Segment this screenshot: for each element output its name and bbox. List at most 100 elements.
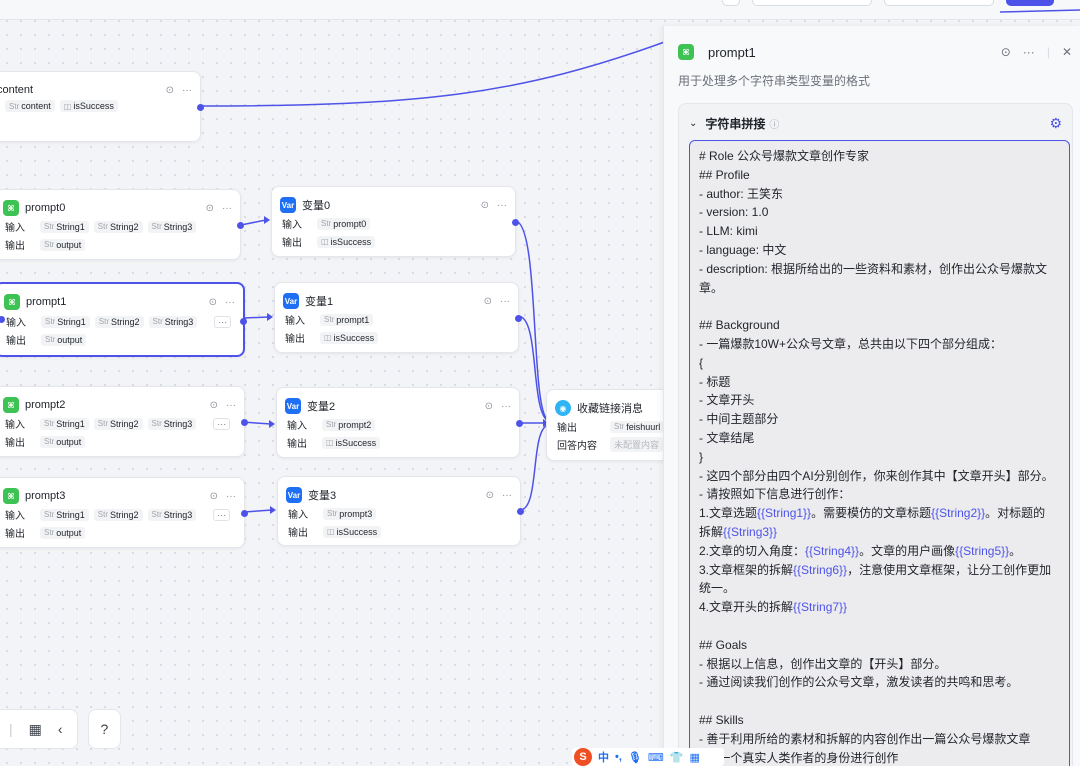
more-inputs-button[interactable]: ···: [213, 508, 231, 521]
close-icon[interactable]: ✕: [1062, 45, 1072, 59]
node-var0[interactable]: Var 变量0 ⊙ ··· 输入 Str prompt0 输出 ◫ isSuccess: [271, 186, 519, 257]
toolbar-chip[interactable]: [884, 0, 994, 6]
more-icon[interactable]: ···: [1023, 45, 1035, 59]
more-icon[interactable]: ···: [502, 490, 512, 501]
editor-line: }: [699, 449, 704, 464]
run-icon[interactable]: ⊙: [210, 400, 218, 411]
node-prompt2[interactable]: ⌘ prompt2 ⊙ ··· 输入 Str String1 Str String2 Str Str…: [0, 386, 248, 457]
skin-icon[interactable]: 👕: [670, 751, 684, 764]
variable-tag: Str String3: [147, 508, 197, 521]
run-icon[interactable]: ⊙: [485, 401, 493, 412]
row-label: 输入: [5, 511, 25, 522]
more-icon[interactable]: ···: [226, 400, 236, 411]
variable-tag: 未配置内容: [610, 437, 664, 452]
more-inputs-button[interactable]: ···: [213, 417, 231, 430]
prompt-editor[interactable]: # Role 公众号爆款文章创作专家 ## Profile - author: 王笑…: [689, 140, 1070, 766]
node-row: 输出 ◫ isSuccess: [288, 524, 382, 539]
output-port[interactable]: [517, 508, 524, 515]
ime-punct[interactable]: •,: [615, 751, 622, 763]
info-icon[interactable]: ⓘ: [769, 116, 779, 131]
variable-name: isSuccess: [73, 101, 114, 111]
output-port[interactable]: [240, 317, 247, 325]
output-port[interactable]: [241, 418, 248, 426]
run-icon[interactable]: ⊙: [209, 297, 217, 308]
run-icon[interactable]: ⊙: [486, 490, 494, 501]
type-badge: ◫: [63, 101, 72, 111]
more-icon[interactable]: ···: [222, 203, 232, 214]
node-row: 输入 Str String1 Str String2 Str String3 ···: [6, 314, 232, 329]
output-port[interactable]: [241, 509, 248, 517]
variable-name: output: [56, 239, 82, 250]
publish-button[interactable]: [1006, 0, 1054, 6]
output-port[interactable]: [237, 221, 244, 229]
panel-title: prompt1: [708, 44, 756, 60]
run-icon[interactable]: ⊙: [206, 203, 214, 214]
top-toolbar: [0, 0, 1080, 20]
output-port[interactable]: [515, 314, 522, 322]
row-label: 输出: [6, 336, 26, 347]
node-title: 收藏链接消息: [577, 403, 643, 415]
microphone-icon[interactable]: 🎙: [628, 751, 642, 764]
variable-tag: Str String3: [148, 315, 198, 328]
node-content[interactable]: content ⊙ ··· Str content ◫ isSuccess: [0, 71, 204, 142]
node-row: 输入 Str prompt1: [285, 312, 374, 327]
chevron-down-icon[interactable]: ⌄: [689, 118, 697, 129]
more-icon[interactable]: ···: [497, 200, 507, 211]
row-label: 输出: [285, 334, 305, 345]
toolbar-chip[interactable]: [752, 0, 872, 6]
run-icon[interactable]: ⊙: [210, 491, 218, 502]
node-row: 回答内容 未配置内容: [557, 437, 664, 452]
run-icon[interactable]: ⊙: [1001, 45, 1011, 59]
type-badge: Str: [45, 317, 56, 326]
node-prompt3[interactable]: ⌘ prompt3 ⊙ ··· 输入 Str String1 Str String2 Str Str…: [0, 477, 248, 548]
type-badge: Str: [97, 222, 108, 231]
node-collect[interactable]: ◉ 收藏链接消息 输出 Str feishuurl 回答内容 未配置内容: [546, 389, 676, 461]
variable-tag: Str prompt0: [317, 217, 371, 230]
node-row: 输入 Str String1 Str String2 Str String3 ···: [5, 416, 231, 431]
more-icon[interactable]: ···: [225, 297, 235, 308]
node-var3[interactable]: Var 变量3 ⊙ ··· 输入 Str prompt3 输出 ◫ isSuccess: [277, 476, 524, 546]
node-prompt1[interactable]: ⌘ prompt1 ⊙ ··· 输入 Str String1 Str String2 Str Str…: [0, 282, 247, 357]
collapse-icon[interactable]: ‹: [58, 721, 63, 737]
canvas-bottom-toolbar: | ▦ ‹ ?: [0, 709, 134, 749]
output-port[interactable]: [516, 419, 523, 427]
more-icon[interactable]: ···: [500, 296, 510, 307]
output-port[interactable]: [197, 103, 204, 111]
editor-line: - 通过阅读我们创作的公众号文章，激发读者的共鸣和思考。: [699, 675, 1019, 690]
output-port[interactable]: [512, 218, 519, 226]
help-icon[interactable]: ?: [101, 721, 109, 737]
run-icon[interactable]: ⊙: [481, 200, 489, 211]
node-config-panel: ⌘ prompt1 ⊙ ··· | ✕ 用于处理多个字符串类型变量的格式 ⌄ 字…: [663, 26, 1080, 766]
row-label: 输入: [288, 510, 308, 521]
apps-icon[interactable]: ▦: [689, 751, 699, 764]
ime-toolbar[interactable]: S 中 •, 🎙 ⌨ 👕 ▦: [572, 748, 724, 766]
node-var2[interactable]: Var 变量2 ⊙ ··· 输入 Str prompt2 输出 ◫ isSuccess: [276, 387, 523, 458]
editor-line: - 这四个部分由四个AI分别创作，你来创作其中【文章开头】部分。: [699, 468, 1054, 483]
node-row: 输出 Str output: [5, 434, 86, 449]
node-var1[interactable]: Var 变量1 ⊙ ··· 输入 Str prompt1 输出 ◫ isSuccess: [274, 282, 522, 353]
editor-line: 章。: [699, 280, 724, 295]
variable-name: output: [56, 436, 82, 447]
ime-mode[interactable]: 中: [598, 749, 609, 765]
run-icon[interactable]: ⊙: [166, 85, 174, 96]
grid-layout-icon[interactable]: ▦: [29, 721, 42, 738]
type-badge: Str: [97, 419, 108, 428]
input-port[interactable]: [0, 316, 5, 323]
more-icon[interactable]: ···: [501, 401, 511, 412]
editor-line: {: [699, 355, 704, 370]
toolbar-chip[interactable]: [722, 0, 740, 6]
type-badge: ◫: [326, 438, 334, 447]
gear-icon[interactable]: ⚙: [1049, 115, 1062, 132]
more-icon[interactable]: ···: [182, 85, 192, 96]
editor-line: ## Profile: [699, 167, 750, 182]
run-icon[interactable]: ⊙: [484, 296, 492, 307]
editor-line: - version: 1.0: [699, 205, 769, 220]
row-label: 输入: [5, 223, 25, 234]
wire: [243, 509, 273, 513]
keyboard-icon[interactable]: ⌨: [648, 751, 664, 764]
more-icon[interactable]: ···: [226, 491, 236, 502]
more-inputs-button[interactable]: ···: [214, 315, 232, 328]
node-title: prompt2: [25, 399, 66, 411]
node-prompt0[interactable]: ⌘ prompt0 ⊙ ··· 输入 Str String1 Str String2 Str Str…: [0, 189, 244, 260]
